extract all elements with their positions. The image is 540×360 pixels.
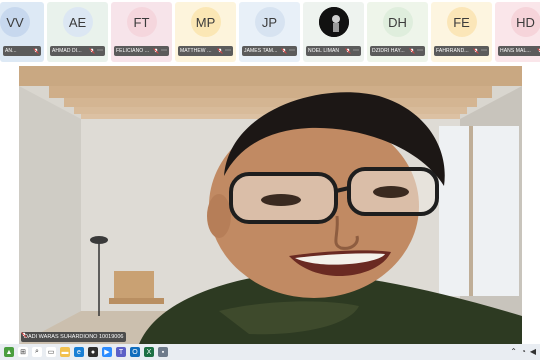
- participant-avatar: FE: [446, 7, 477, 37]
- mic-off-icon: [21, 332, 27, 338]
- edge-icon[interactable]: e: [74, 347, 84, 357]
- wifi-icon[interactable]: ◔: [521, 347, 526, 356]
- participant-name: JAMES TAM...: [244, 48, 278, 54]
- participant-tile[interactable]: MP MATTHEW ... ⋯: [175, 2, 236, 62]
- widgets-icon[interactable]: ▲: [4, 347, 14, 357]
- more-options-icon[interactable]: ⋯: [417, 48, 423, 54]
- participant-name: HANS MAL...: [500, 48, 531, 54]
- more-options-icon[interactable]: ⋯: [481, 48, 487, 54]
- participant-name-tag: HANS MAL...⋯: [498, 46, 540, 56]
- mic-off-icon: [33, 48, 39, 54]
- mic-off-icon: [89, 48, 95, 54]
- participant-tile[interactable]: DH DZIDRI HAY... ⋯: [367, 2, 428, 62]
- participant-name-tag: FELICIANO ... ⋯: [114, 46, 169, 56]
- participant-tile[interactable]: VV AN...: [0, 2, 44, 62]
- mic-off-icon: [409, 48, 415, 54]
- participant-name-tag: JAMES TAM... ⋯: [242, 46, 297, 56]
- participant-name: AN...: [5, 48, 17, 54]
- participant-name-tag: NOEL LIMAN ⋯: [306, 46, 361, 56]
- participant-tile[interactable]: FE FAHRRAND... ⋯: [431, 2, 492, 62]
- meeting-window: VV AN... AE AHMAD DI... ⋯ FT FELICIANO ... ⋯ MP M…: [0, 0, 540, 360]
- volume-icon[interactable]: ◀: [530, 347, 536, 356]
- main-video[interactable]: DADI WARAS SUHARDIONO 10019006: [19, 66, 522, 344]
- participant-avatar: DH: [382, 7, 413, 37]
- participant-tile[interactable]: NOEL LIMAN ⋯: [303, 2, 364, 62]
- participant-name: FELICIANO ...: [116, 48, 150, 54]
- task-view-icon[interactable]: ▭: [46, 347, 56, 357]
- speaker-name-tag: DADI WARAS SUHARDIONO 10019006: [21, 332, 127, 342]
- participant-name: AHMAD DI...: [52, 48, 82, 54]
- zoom-icon[interactable]: ▶: [102, 347, 112, 357]
- mic-off-icon: [473, 48, 479, 54]
- more-options-icon[interactable]: ⋯: [161, 48, 167, 54]
- participant-photo: [318, 7, 349, 37]
- more-options-icon[interactable]: ⋯: [353, 48, 359, 54]
- participant-name-tag: DZIDRI HAY... ⋯: [370, 46, 425, 56]
- app-icon[interactable]: ▪: [158, 347, 168, 357]
- participant-tile[interactable]: JP JAMES TAM... ⋯: [239, 2, 300, 62]
- participant-name-tag: AN...: [3, 46, 41, 56]
- participant-avatar: FT: [126, 7, 157, 37]
- speaker-video-frame: [19, 66, 522, 344]
- taskbar: ▲ ⊞ ⌕ ▭ ▬ e ● ▶ T O X ▪ ⌃ ◔ ◀: [0, 344, 540, 360]
- participant-name-tag: AHMAD DI... ⋯: [50, 46, 105, 56]
- chrome-icon[interactable]: ●: [88, 347, 98, 357]
- participant-tile[interactable]: AE AHMAD DI... ⋯: [47, 2, 108, 62]
- participant-name: NOEL LIMAN: [308, 48, 340, 54]
- more-options-icon[interactable]: ⋯: [97, 48, 103, 54]
- participant-avatar: AE: [62, 7, 93, 37]
- participant-strip: VV AN... AE AHMAD DI... ⋯ FT FELICIANO ... ⋯ MP M…: [0, 0, 540, 66]
- outlook-icon[interactable]: O: [130, 347, 140, 357]
- participant-name: DZIDRI HAY...: [372, 48, 405, 54]
- mic-off-icon: [281, 48, 287, 54]
- participant-tile[interactable]: HD HANS MAL...⋯: [495, 2, 540, 62]
- search-icon[interactable]: ⌕: [32, 347, 42, 357]
- mic-off-icon: [153, 48, 159, 54]
- system-tray: ⌃ ◔ ◀: [510, 347, 536, 356]
- chevron-up-icon[interactable]: ⌃: [510, 347, 517, 356]
- excel-icon[interactable]: X: [144, 347, 154, 357]
- participant-name: MATTHEW ...: [180, 48, 212, 54]
- participant-avatar: HD: [510, 7, 540, 37]
- more-options-icon[interactable]: ⋯: [289, 48, 295, 54]
- more-options-icon[interactable]: ⋯: [225, 48, 231, 54]
- participant-name: FAHRRAND...: [436, 48, 469, 54]
- file-explorer-icon[interactable]: ▬: [60, 347, 70, 357]
- participant-avatar: VV: [0, 7, 30, 37]
- windows-icon[interactable]: ⊞: [18, 347, 28, 357]
- participant-avatar: MP: [190, 7, 221, 37]
- participant-name-tag: FAHRRAND... ⋯: [434, 46, 489, 56]
- participant-tile[interactable]: FT FELICIANO ... ⋯: [111, 2, 172, 62]
- mic-off-icon: [345, 48, 351, 54]
- participant-name-tag: MATTHEW ... ⋯: [178, 46, 233, 56]
- participant-avatar: JP: [254, 7, 285, 37]
- teams-icon[interactable]: T: [116, 347, 126, 357]
- mic-off-icon: [217, 48, 223, 54]
- speaker-name: DADI WARAS SUHARDIONO 10019006: [24, 334, 124, 340]
